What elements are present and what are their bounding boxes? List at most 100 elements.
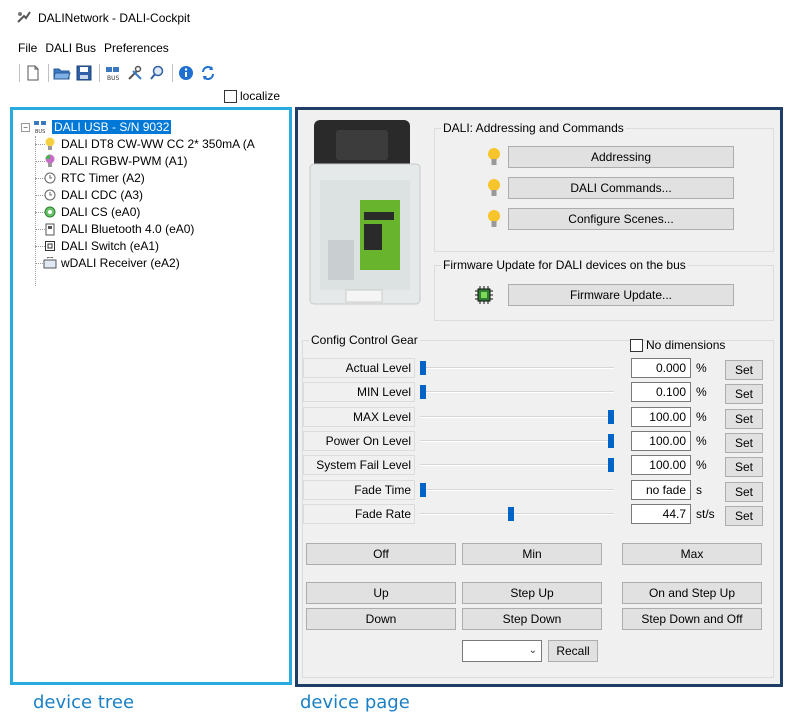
step-down-button[interactable]: Step Down [462,608,602,630]
config-value-input[interactable]: 100.00 [631,431,691,451]
tree-item-label: DALI CDC (A3) [61,188,144,202]
collapse-icon[interactable]: − [21,122,30,132]
tree-item-wdali-receiver[interactable]: wDALI Receiver (eA2) [43,256,180,270]
step-up-button[interactable]: Step Up [462,582,602,604]
device-tree-panel: − BUS DALI USB - S/N 9032 DALI DT8 CW-WW… [10,107,292,685]
toolbar-separator [19,64,20,82]
addressing-group-title: DALI: Addressing and Commands [441,121,626,135]
set-button[interactable]: Set [725,457,763,477]
tree-item-bluetooth[interactable]: DALI Bluetooth 4.0 (eA0) [43,222,194,236]
bluetooth-module-icon [43,222,57,236]
slider-thumb[interactable] [508,507,514,521]
slider-track[interactable] [420,391,614,393]
firmware-update-button[interactable]: Firmware Update... [508,284,734,306]
slider-track[interactable] [420,464,614,466]
config-value-input[interactable]: no fade [631,480,691,500]
set-button[interactable]: Set [725,433,763,453]
svg-text:BUS: BUS [107,75,120,81]
menu-dali-bus[interactable]: DALI Bus [45,41,96,55]
slider-thumb[interactable] [608,458,614,472]
no-dimensions-checkbox-box[interactable] [630,338,643,352]
slider-track[interactable] [420,367,614,369]
tree-item-rtc-timer[interactable]: RTC Timer (A2) [43,171,145,185]
device-image [309,120,421,305]
bus-icon[interactable]: BUS [103,63,123,83]
rgb-bulb-icon [43,154,57,168]
config-row-label: System Fail Level [303,455,415,475]
set-button[interactable]: Set [725,506,763,526]
config-unit: % [696,361,707,375]
tree-item-label: DALI Switch (eA1) [61,239,160,253]
menu-preferences[interactable]: Preferences [104,41,169,55]
tree-item-rgbw[interactable]: DALI RGBW-PWM (A1) [43,154,187,168]
chip-icon [475,286,493,304]
slider-thumb[interactable] [608,434,614,448]
tree-item-switch[interactable]: DALI Switch (eA1) [43,239,159,253]
config-value-input[interactable]: 0.000 [631,358,691,378]
new-file-icon[interactable] [23,63,43,83]
config-row-label: Fade Rate [303,504,415,524]
slider-track[interactable] [420,513,614,515]
no-dimensions-checkbox[interactable]: No dimensions [630,338,725,352]
config-unit: % [696,385,707,399]
chevron-down-icon[interactable]: ⌄ [529,645,537,656]
no-dimensions-label: No dimensions [646,338,726,352]
config-unit: st/s [696,507,715,521]
min-button[interactable]: Min [462,543,602,565]
clock-icon [43,171,57,185]
info-icon[interactable] [176,63,196,83]
menu-file[interactable]: File [18,41,37,55]
bulb-icon [43,137,57,151]
configure-scenes-button[interactable]: Configure Scenes... [508,208,734,230]
config-row-label: Actual Level [303,358,415,378]
refresh-icon[interactable] [198,63,218,83]
recall-button[interactable]: Recall [548,640,598,662]
step-down-and-off-button[interactable]: Step Down and Off [622,608,762,630]
tree-item-dt8[interactable]: DALI DT8 CW-WW CC 2* 350mA (A [43,137,255,151]
tools-icon[interactable] [125,63,145,83]
on-and-step-up-button[interactable]: On and Step Up [622,582,762,604]
config-value-input[interactable]: 100.00 [631,407,691,427]
addressing-button[interactable]: Addressing [508,146,734,168]
config-row-label: Fade Time [303,480,415,500]
slider-thumb[interactable] [420,385,426,399]
dali-commands-button[interactable]: DALI Commands... [508,177,734,199]
tree-item-label: wDALI Receiver (eA2) [61,256,180,270]
tree-item-cs[interactable]: DALI CS (eA0) [43,205,140,219]
down-button[interactable]: Down [306,608,456,630]
localize-checkbox-box[interactable] [224,89,237,103]
config-value-input[interactable]: 44.7 [631,504,691,524]
localize-checkbox[interactable]: localize [224,89,280,103]
slider-track[interactable] [420,440,614,442]
config-value-input[interactable]: 100.00 [631,455,691,475]
slider-track[interactable] [420,416,614,418]
config-value-input[interactable]: 0.100 [631,382,691,402]
slider-thumb[interactable] [420,483,426,497]
sensor-icon [43,205,57,219]
tree-item-cdc[interactable]: DALI CDC (A3) [43,188,143,202]
tree-item-label: DALI CS (eA0) [61,205,141,219]
tree-root-label[interactable]: DALI USB - S/N 9032 [52,120,172,134]
device-page-panel: DALI: Addressing and Commands Addressing… [295,107,783,687]
tree-root[interactable]: − BUS DALI USB - S/N 9032 [21,120,172,134]
set-button[interactable]: Set [725,384,763,404]
set-button[interactable]: Set [725,482,763,502]
search-icon[interactable] [147,63,167,83]
device-tree-caption: device tree [33,692,135,713]
off-button[interactable]: Off [306,543,456,565]
save-icon[interactable] [74,63,94,83]
toolbar-separator [48,64,49,82]
set-button[interactable]: Set [725,360,763,380]
slider-track[interactable] [420,489,614,491]
tree-item-label: RTC Timer (A2) [61,171,145,185]
open-folder-icon[interactable] [52,63,72,83]
scene-dropdown[interactable]: ⌄ [462,640,542,662]
bulb-icon [488,210,500,227]
set-button[interactable]: Set [725,409,763,429]
max-button[interactable]: Max [622,543,762,565]
up-button[interactable]: Up [306,582,456,604]
slider-thumb[interactable] [420,361,426,375]
toolbar-separator [172,64,173,82]
slider-thumb[interactable] [608,410,614,424]
window-title: DALINetwork - DALI-Cockpit [38,11,191,25]
